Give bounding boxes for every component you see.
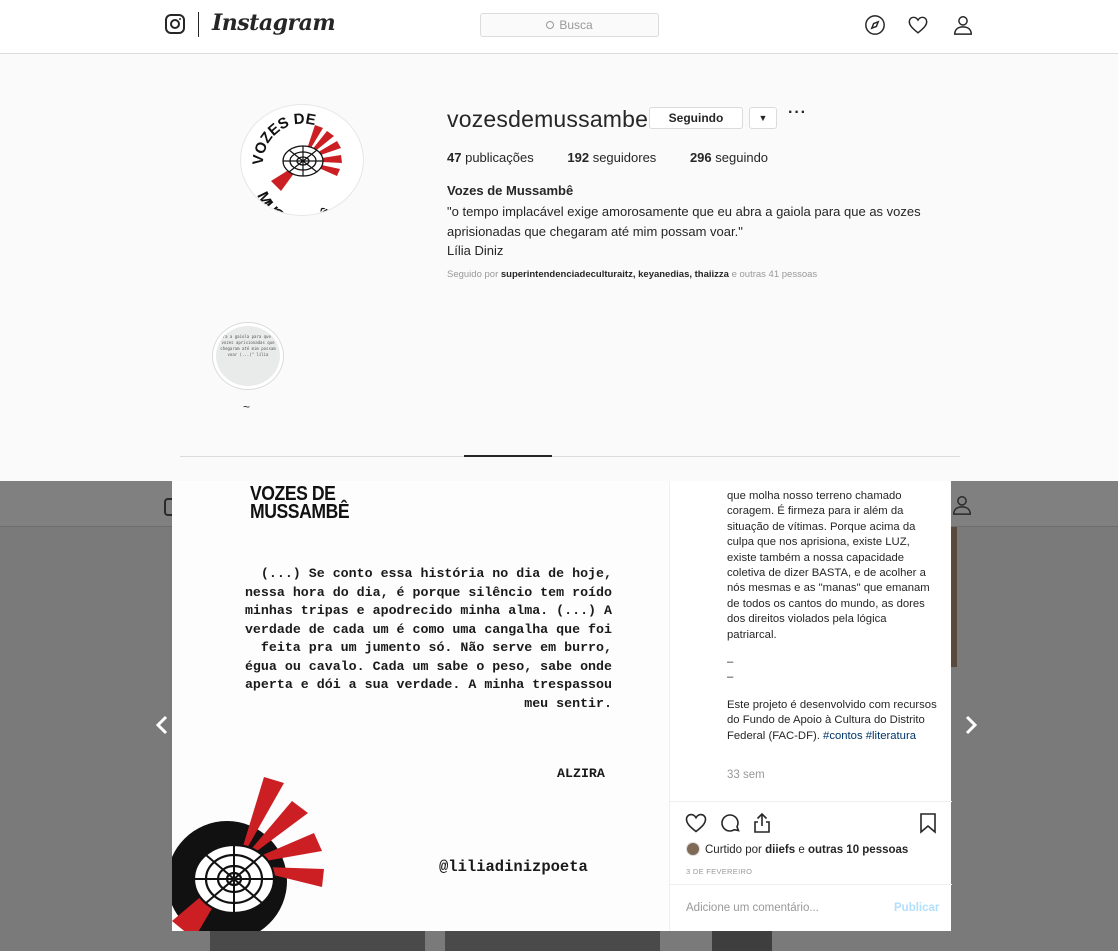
profile-username: vozesdemussambe [447,106,649,132]
explore-compass-icon[interactable] [864,14,886,36]
add-comment-input[interactable]: Adicione um comentário... [686,902,819,914]
instagram-camera-icon[interactable] [165,14,185,34]
post-quote-author: ALZIRA [557,766,605,781]
followed-by-prefix: Seguido por [447,269,499,280]
profile-person-icon[interactable] [952,14,974,36]
bio-line-1: "o tempo implacável exige amorosamente q… [447,204,921,219]
avatar-text-bottom: MUSSAMBÊ [253,189,336,215]
bio-line-3: Lília Diniz [447,243,504,258]
following-stat[interactable]: 296 seguindo [690,150,768,165]
search-placeholder: Busca [559,18,593,32]
tabs-divider [180,456,960,457]
publish-comment-button[interactable]: Publicar [894,902,939,914]
following-count: 296 [689,150,712,165]
profile-page: Instagram Busca VOZES DE MUS vozesdemuss… [0,0,1118,458]
save-bookmark-icon[interactable] [916,811,940,835]
followers-label: seguidores [592,150,657,165]
hashtag-link[interactable]: #contos [823,730,863,742]
sidebar-divider [670,884,952,885]
caption-dash: – [727,671,734,684]
followers-stat[interactable]: 192 seguidores [567,150,656,165]
post-quote-text: (...) Se conto essa história no dia de h… [244,566,612,711]
flower-emblem-icon [172,777,324,931]
liked-prefix: Curtido por [705,844,762,856]
activity-heart-icon[interactable] [907,14,929,36]
comment-bubble-icon[interactable] [718,811,742,835]
post-brand-title: VOZES DE MUSSAMBÊ [250,483,350,523]
vozes-logo-icon: VOZES DE MUSSAMBÊ [250,110,342,216]
profile-stats: 47 publicações 192 seguidores 296 seguin… [447,150,768,165]
following-label: seguindo [715,150,769,165]
followers-count: 192 [567,150,590,165]
liker-avatar[interactable] [686,842,700,856]
search-icon [546,21,555,29]
posts-count: 47 [447,150,462,165]
instagram-wordmark[interactable]: Instagram [212,10,336,36]
post-image[interactable]: VOZES DE MUSSAMBÊ (...) Se conto essa hi… [172,481,669,931]
caption-paragraph: que molha nosso terreno chamado coragem.… [727,490,930,641]
story-highlight[interactable]: abra a gaiola para que as vozes aprision… [212,322,284,390]
suggestions-dropdown-button[interactable]: ▼ [749,107,777,129]
like-heart-icon[interactable] [684,811,708,835]
caption-dash: – [727,656,734,669]
share-upload-icon[interactable] [750,811,774,835]
post-modal-overlay[interactable]: VOZES DE MUSSAMBÊ (...) Se conto essa hi… [0,481,1118,951]
bio-text: "o tempo implacável exige amorosamente q… [447,202,967,261]
svg-text:MUSSAMBÊ: MUSSAMBÊ [253,189,336,216]
sidebar-divider [670,801,952,802]
highlight-thumbnail: abra a gaiola para que as vozes aprision… [216,326,280,386]
post-time-ago[interactable]: 33 sem [727,769,765,781]
caption-paragraph: Este projeto é desenvolvido com recursos… [727,698,937,744]
dimmed-grid-photo [445,931,660,951]
highlight-label: ~ [243,400,251,414]
liked-others[interactable]: outras 10 pessoas [808,844,908,856]
profile-avatar[interactable]: VOZES DE MUSSAMBÊ [240,104,364,216]
top-nav: Instagram Busca [0,0,1118,54]
dimmed-grid-photo [210,931,425,951]
following-button[interactable]: Seguindo [649,107,743,129]
posts-label: publicações [465,150,534,165]
hashtag-link[interactable]: #literatura [866,730,916,742]
more-options-icon[interactable]: ··· [788,104,807,122]
posts-stat: 47 publicações [447,150,534,165]
post-handle: @liliadinizpoeta [439,858,588,876]
likes-summary[interactable]: Curtido por diiefs e outras 10 pessoas [686,842,908,856]
followed-by[interactable]: Seguido por superintendenciadeculturaitz… [447,269,817,280]
tab-posts-active-indicator [464,455,552,457]
liked-user[interactable]: diiefs [765,844,795,856]
followed-by-suffix: e outras 41 pessoas [731,269,818,280]
followed-by-names[interactable]: superintendenciadeculturaitz, keyanedias… [501,269,729,280]
bio-line-2: aprisionadas que chegaram até mim possam… [447,223,743,239]
post-sidebar: que molha nosso terreno chamado coragem.… [669,481,952,931]
bio-full-name: Vozes de Mussambê [447,183,574,198]
next-post-chevron-icon[interactable] [958,713,982,737]
search-input[interactable]: Busca [480,13,659,37]
liked-conj: e [798,844,805,856]
dimmed-profile-icon [953,496,971,515]
post-caption: que molha nosso terreno chamado coragem.… [727,489,937,744]
nav-divider [198,12,199,37]
dimmed-grid-photo [712,931,772,951]
post-date: 3 DE FEVEREIRO [686,867,753,876]
